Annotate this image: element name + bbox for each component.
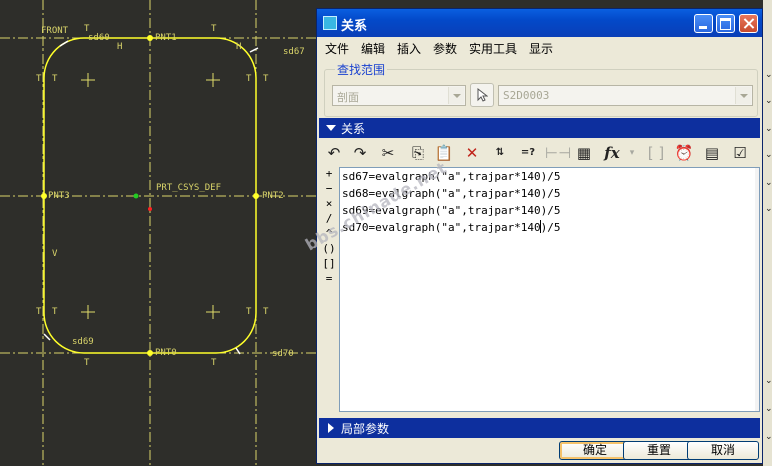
tangent-mark: T [246, 307, 252, 317]
pnt3-label: PNT3 [48, 191, 70, 201]
relations-section-label: 关系 [341, 122, 366, 136]
v-label: V [52, 249, 58, 259]
csys-label: PRT_CSYS_DEF [156, 183, 222, 193]
app-icon [323, 16, 337, 30]
chevron-down-icon: ⌄ [765, 376, 772, 386]
chevron-down-icon: ⌄ [765, 70, 772, 80]
delete-icon[interactable]: ✕ [461, 142, 483, 164]
tangent-mark: T [36, 74, 42, 84]
function-icon[interactable]: fx [601, 142, 623, 164]
chevron-down-icon: ⌄ [765, 178, 772, 188]
relation-line: sd67=evalgraph("a",trajpar*140)/5 [342, 170, 561, 183]
local-parameters-section-header[interactable]: 局部参数 [319, 418, 760, 438]
relations-section-header[interactable]: 关系 [319, 118, 760, 138]
reset-button[interactable]: 重置 [623, 441, 695, 460]
tangent-mark: T [36, 307, 42, 317]
menu-insert[interactable]: 插入 [397, 40, 421, 57]
chevron-down-icon: ⌄ [765, 432, 772, 442]
unit-sensitive-icon[interactable]: ⏰ [673, 142, 695, 164]
scope-object-select[interactable]: S2D0003 [498, 85, 753, 106]
minimize-button[interactable] [694, 14, 713, 33]
redo-icon[interactable]: ↷ [349, 142, 371, 164]
menu-bar: 文件 编辑 插入 参数 实用工具 显示 [317, 38, 762, 58]
relations-dialog: 关系 文件 编辑 插入 参数 实用工具 显示 查找范围 剖面 S2D0003 关… [316, 8, 763, 464]
editor-scrollbar[interactable] [755, 168, 759, 411]
ok-button[interactable]: 确定 [559, 441, 631, 460]
sort-icon: ⊢⊣ [545, 144, 572, 162]
expand-arrow-icon [328, 423, 334, 433]
origin-point [148, 207, 152, 211]
title-bar[interactable]: 关系 [317, 9, 762, 37]
tangent-mark: T [211, 24, 217, 34]
pnt0-label: PNT0 [155, 348, 177, 358]
sd67-label: sd67 [283, 47, 305, 57]
op-brackets[interactable]: [] [320, 257, 338, 272]
pointer-icon [477, 87, 489, 102]
h-label-right: H [236, 42, 242, 52]
chevron-down-icon: ⌄ [765, 124, 772, 134]
pnt2-label: PNT2 [262, 191, 284, 201]
menu-display[interactable]: 显示 [529, 40, 553, 57]
chevron-down-icon: ⌄ [765, 204, 772, 214]
sd69-label: sd69 [72, 337, 94, 347]
undo-icon[interactable]: ↶ [323, 142, 345, 164]
brackets-icon: [ ] [647, 144, 665, 162]
menu-file[interactable]: 文件 [325, 40, 349, 57]
menu-edit[interactable]: 编辑 [361, 40, 385, 57]
tangent-mark: T [84, 24, 90, 34]
maximize-button[interactable] [716, 14, 735, 33]
tangent-mark: T [84, 358, 90, 368]
scope-object-value: S2D0003 [503, 89, 550, 102]
lookup-scope-group: 查找范围 剖面 S2D0003 [324, 61, 758, 117]
cancel-button[interactable]: 取消 [687, 441, 759, 460]
op-equals[interactable]: = [320, 272, 338, 287]
chevron-down-icon[interactable]: ▾ [621, 142, 643, 164]
relations-toolbar: ↶ ↷ ✂ ⎘ 📋 ✕ ⇅ =? ⊢⊣ ▦ fx ▾ [ ] ⏰ ▤ ☑ [321, 140, 758, 166]
chevron-down-icon: ⌄ [765, 150, 772, 160]
menu-parameters[interactable]: 参数 [433, 40, 457, 57]
op-plus[interactable]: + [320, 167, 338, 182]
front-label: FRONT [41, 26, 69, 36]
show-dimensions-icon[interactable]: ▤ [701, 142, 723, 164]
close-button[interactable] [739, 14, 758, 33]
relation-line: sd70=evalgraph("a",trajpar*140)/5 [342, 221, 561, 234]
chevron-down-icon: ⌄ [765, 404, 772, 414]
select-object-button[interactable] [470, 83, 494, 107]
sd60-label: sd60 [88, 33, 110, 43]
cut-icon[interactable]: ✂ [377, 142, 399, 164]
copy-icon[interactable]: ⎘ [407, 142, 429, 164]
csys-point [133, 193, 139, 199]
lookup-scope-label: 查找范围 [335, 61, 388, 78]
collapse-arrow-icon [326, 125, 336, 131]
local-parameters-label: 局部参数 [341, 422, 390, 436]
pnt1-label: PNT1 [155, 33, 177, 43]
tangent-mark: T [263, 307, 269, 317]
tangent-mark: T [52, 74, 58, 84]
menu-utilities[interactable]: 实用工具 [469, 40, 517, 57]
chevron-down-icon [448, 87, 464, 104]
op-minus[interactable]: − [320, 182, 338, 197]
tangent-mark: T [263, 74, 269, 84]
tangent-mark: T [211, 358, 217, 368]
text-caret [540, 220, 541, 233]
chevron-down-icon [735, 87, 751, 104]
evaluate-icon[interactable]: =? [517, 142, 539, 164]
h-label-top: H [117, 42, 123, 52]
tangent-mark: T [246, 74, 252, 84]
sd70-label: sd70 [272, 349, 294, 359]
tangent-mark: T [52, 307, 58, 317]
switch-dimensions-icon[interactable]: ⇅ [489, 142, 511, 164]
scope-type-select[interactable]: 剖面 [332, 85, 466, 106]
side-panel-edge: ⌄ ⌄ ⌄ ⌄ ⌄ ⌄ ⌄ ⌄ ⌄ [763, 0, 772, 466]
scope-type-value: 剖面 [337, 91, 359, 104]
relations-editor[interactable]: sd67=evalgraph("a",trajpar*140)/5 sd68=e… [339, 167, 760, 412]
chevron-down-icon: ⌄ [765, 96, 772, 106]
dialog-title: 关系 [341, 19, 368, 34]
verify-relations-icon[interactable]: ☑ [729, 142, 751, 164]
op-multiply[interactable]: × [320, 197, 338, 212]
verify-icon[interactable]: ▦ [573, 142, 595, 164]
